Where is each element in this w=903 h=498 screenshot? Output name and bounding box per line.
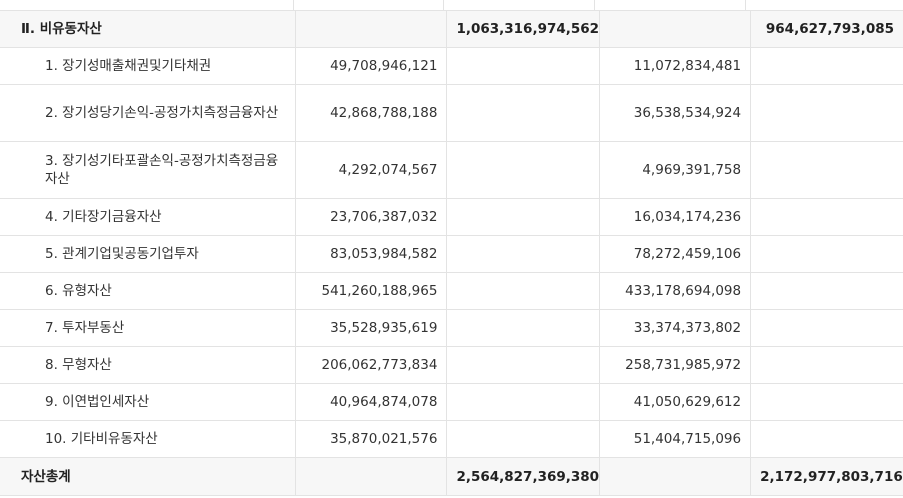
table-row: 3. 장기성기타포괄손익-공정가치측정금융자산 4,292,074,567 4,… (0, 141, 903, 199)
row-cell-1: 40,964,874,078 (295, 383, 447, 421)
row-cell-1: 42,868,788,188 (295, 84, 447, 142)
row-cell-2 (446, 47, 600, 85)
row-cell-2 (446, 84, 600, 142)
row-label: 7. 투자부동산 (0, 309, 296, 347)
row-cell-1: 4,292,074,567 (295, 141, 447, 199)
row-cell-1: 83,053,984,582 (295, 235, 447, 273)
row-cell-2 (446, 141, 600, 199)
row-cell-3: 51,404,715,096 (598, 420, 751, 458)
table-row: 4. 기타장기금융자산 23,706,387,032 16,034,174,23… (0, 198, 903, 236)
financial-statement-table: Ⅱ. 비유동자산 1,063,316,974,562 964,627,793,0… (0, 10, 903, 496)
table-row: 5. 관계기업및공동기업투자 83,053,984,582 78,272,459… (0, 235, 903, 273)
row-cell-1: 35,870,021,576 (295, 420, 447, 458)
row-label: 1. 장기성매출채권및기타채권 (0, 47, 296, 85)
row-cell-3: 11,072,834,481 (598, 47, 751, 85)
table-row: 10. 기타비유동자산 35,870,021,576 51,404,715,09… (0, 420, 903, 458)
row-cell-1: 49,708,946,121 (295, 47, 447, 85)
row-cell-4 (750, 346, 903, 384)
section-label: Ⅱ. 비유동자산 (0, 10, 296, 48)
row-cell-1: 206,062,773,834 (295, 346, 447, 384)
row-cell-4 (750, 309, 903, 347)
total-cell-2: 2,564,827,369,380 (446, 457, 600, 496)
row-cell-1: 23,706,387,032 (295, 198, 447, 236)
row-cell-4 (750, 84, 903, 142)
row-cell-3: 41,050,629,612 (598, 383, 751, 421)
row-cell-1: 541,260,188,965 (295, 272, 447, 310)
row-cell-4 (750, 272, 903, 310)
row-cell-2 (446, 420, 600, 458)
total-cell-4: 2,172,977,803,716 (750, 457, 903, 496)
total-cell-3 (598, 457, 751, 496)
row-cell-3: 36,538,534,924 (598, 84, 751, 142)
section-cell-3 (598, 10, 751, 48)
row-cell-2 (446, 309, 600, 347)
section-cell-1 (295, 10, 447, 48)
row-cell-4 (750, 235, 903, 273)
row-label: 5. 관계기업및공동기업투자 (0, 235, 296, 273)
total-cell-1 (295, 457, 447, 496)
table-row: 6. 유형자산 541,260,188,965 433,178,694,098 (0, 272, 903, 310)
row-label: 10. 기타비유동자산 (0, 420, 296, 458)
row-cell-4 (750, 47, 903, 85)
total-row-total-assets: 자산총계 2,564,827,369,380 2,172,977,803,716 (0, 457, 903, 496)
row-cell-4 (750, 198, 903, 236)
row-cell-3: 4,969,391,758 (598, 141, 751, 199)
row-cell-3: 33,374,373,802 (598, 309, 751, 347)
row-cell-2 (446, 272, 600, 310)
table-top-gridlines (0, 0, 903, 10)
row-cell-2 (446, 383, 600, 421)
row-cell-2 (446, 346, 600, 384)
section-cell-2: 1,063,316,974,562 (446, 10, 600, 48)
row-cell-4 (750, 420, 903, 458)
row-label: 9. 이연법인세자산 (0, 383, 296, 421)
row-cell-3: 258,731,985,972 (598, 346, 751, 384)
row-cell-3: 433,178,694,098 (598, 272, 751, 310)
table-row: 2. 장기성당기손익-공정가치측정금융자산 42,868,788,188 36,… (0, 84, 903, 142)
row-label: 8. 무형자산 (0, 346, 296, 384)
row-cell-3: 16,034,174,236 (598, 198, 751, 236)
table-row: 7. 투자부동산 35,528,935,619 33,374,373,802 (0, 309, 903, 347)
row-cell-4 (750, 383, 903, 421)
section-row-noncurrent-assets: Ⅱ. 비유동자산 1,063,316,974,562 964,627,793,0… (0, 10, 903, 48)
table-row: 1. 장기성매출채권및기타채권 49,708,946,121 11,072,83… (0, 47, 903, 85)
row-cell-2 (446, 198, 600, 236)
row-label: 3. 장기성기타포괄손익-공정가치측정금융자산 (0, 141, 296, 199)
table-row: 9. 이연법인세자산 40,964,874,078 41,050,629,612 (0, 383, 903, 421)
row-cell-3: 78,272,459,106 (598, 235, 751, 273)
row-label: 4. 기타장기금융자산 (0, 198, 296, 236)
section-cell-4: 964,627,793,085 (750, 10, 903, 48)
balance-sheet-view: Ⅱ. 비유동자산 1,063,316,974,562 964,627,793,0… (0, 0, 903, 498)
row-cell-1: 35,528,935,619 (295, 309, 447, 347)
table-row: 8. 무형자산 206,062,773,834 258,731,985,972 (0, 346, 903, 384)
total-label: 자산총계 (0, 457, 296, 496)
row-label: 2. 장기성당기손익-공정가치측정금융자산 (0, 84, 296, 142)
row-cell-4 (750, 141, 903, 199)
row-cell-2 (446, 235, 600, 273)
row-label: 6. 유형자산 (0, 272, 296, 310)
